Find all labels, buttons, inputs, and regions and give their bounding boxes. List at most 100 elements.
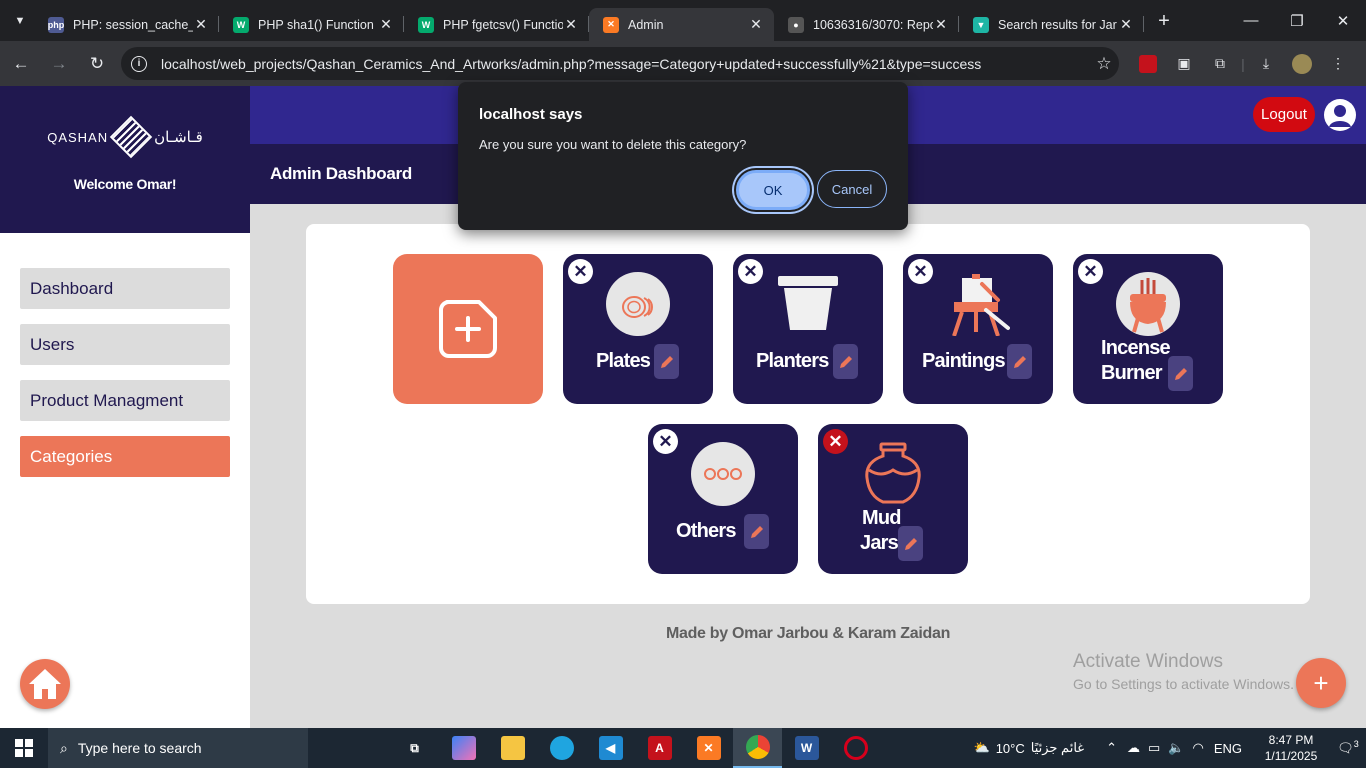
browser-tab[interactable]: ▼ Search results for Jar ✕ [959,8,1144,41]
restore-icon[interactable]: ❐ [1274,0,1320,41]
category-name: Plates [596,350,651,372]
tab-search-icon[interactable]: ▼ [6,7,34,35]
vscode-icon[interactable]: ◀ [586,728,635,768]
close-icon[interactable]: ✕ [1118,16,1134,33]
php-icon: php [48,16,64,33]
task-view-icon[interactable]: ⧉ [390,728,439,768]
forward-icon[interactable]: → [42,47,76,81]
clock[interactable]: 8:47 PM 1/11/2025 [1252,732,1330,764]
windows-logo-icon [15,739,33,757]
browser-tab-active[interactable]: ✕ Admin ✕ [589,8,774,41]
delete-category-button[interactable]: ✕ [1078,259,1103,284]
word-icon[interactable]: W [782,728,831,768]
delete-category-button[interactable]: ✕ [568,259,593,284]
category-name-line1: Incense [1101,337,1171,359]
new-tab-button[interactable]: + [1150,8,1178,36]
cancel-button[interactable]: Cancel [817,170,887,208]
browser-tab[interactable]: ● 10636316/3070: Repo ✕ [774,8,959,41]
sidebar-item-categories[interactable]: Categories [20,436,230,477]
copilot-icon[interactable] [439,728,488,768]
profile-icon[interactable] [1284,49,1320,79]
close-window-icon[interactable]: ✕ [1320,0,1366,41]
edit-category-button[interactable] [1168,356,1193,391]
close-icon[interactable]: ✕ [933,16,949,33]
edge-icon[interactable] [537,728,586,768]
windows-taskbar: ⌕ Type here to search ⧉ ◀ A ✕ W ⛅ 10°C غ… [0,728,1366,768]
add-file-icon [439,300,497,358]
bookmark-star-icon[interactable]: ☆ [1089,54,1119,74]
browser-tab[interactable]: W PHP sha1() Function ✕ [219,8,404,41]
xampp-taskbar-icon[interactable]: ✕ [684,728,733,768]
file-explorer-icon[interactable] [488,728,537,768]
add-category-card[interactable] [393,254,543,404]
opera-icon[interactable] [831,728,880,768]
notification-icon[interactable]: 🗨3 [1330,739,1366,756]
tab-title: Admin [628,17,664,32]
edit-category-button[interactable] [898,526,923,561]
address-bar[interactable]: i localhost/web_projects/Qashan_Ceramics… [121,47,1119,80]
chrome-icon[interactable] [733,728,782,768]
edit-category-button[interactable] [833,344,858,379]
logo-mark-icon [109,115,153,159]
close-icon[interactable]: ✕ [378,16,394,33]
sidebar-item-product-management[interactable]: Product Managment [20,380,230,421]
dialog-title: localhost says [479,106,583,123]
sidebar-item-dashboard[interactable]: Dashboard [20,268,230,309]
weather-text[interactable]: غائم جزئيًا [1031,740,1084,756]
browser-tab[interactable]: php PHP: session_cache_e ✕ [34,8,219,41]
user-avatar-icon[interactable] [1324,99,1356,131]
volume-icon[interactable]: 🔈 [1168,740,1184,756]
ok-button[interactable]: OK [736,170,810,210]
delete-category-button[interactable]: ✕ [823,429,848,454]
back-icon[interactable]: ← [4,47,38,81]
language-indicator[interactable]: ENG [1214,741,1242,756]
xampp-icon: ✕ [603,16,619,33]
minimize-icon[interactable]: — [1228,0,1274,41]
welcome-text: Welcome Omar! [73,176,177,192]
extensions-puzzle-icon[interactable]: ⧉ [1202,49,1238,79]
delete-category-button[interactable]: ✕ [738,259,763,284]
weather-icon[interactable]: ⛅ [974,740,990,756]
chevron-up-icon[interactable]: ⌃ [1106,740,1117,756]
download-icon[interactable]: ⤓ [1248,49,1284,79]
close-icon[interactable]: ✕ [563,16,579,33]
media-icon[interactable]: ▣ [1166,49,1202,79]
pdf-extension-icon[interactable] [1130,49,1166,79]
dialog-message: Are you sure you want to delete this cat… [479,137,747,152]
tab-title: Search results for Jar [998,17,1117,32]
tab-title: PHP fgetcsv() Functio [443,17,563,32]
close-icon[interactable]: ✕ [748,16,764,33]
home-button[interactable] [20,659,70,709]
category-card: ✕ Plates [563,254,713,404]
category-name-line2: Burner [1101,362,1163,384]
edit-category-button[interactable] [1007,344,1032,379]
battery-icon[interactable]: ▭ [1148,740,1160,756]
w3schools-icon: W [418,16,434,33]
vercel-icon: ▼ [973,16,989,33]
taskbar-search[interactable]: ⌕ Type here to search [48,728,308,768]
logout-button[interactable]: Logout [1253,97,1315,132]
edit-category-button[interactable] [744,514,769,549]
delete-category-button[interactable]: ✕ [653,429,678,454]
reload-icon[interactable]: ↻ [80,47,114,81]
acrobat-icon[interactable]: A [635,728,684,768]
sidebar-item-users[interactable]: Users [20,324,230,365]
chrome-menu-icon[interactable]: ⋮ [1320,49,1356,79]
close-icon[interactable]: ✕ [193,16,209,33]
clock-date: 1/11/2025 [1264,749,1318,763]
logo: QASHAN قـاشـان [0,115,250,159]
edit-category-button[interactable] [654,344,679,379]
browser-tab[interactable]: W PHP fgetcsv() Functio ✕ [404,8,589,41]
floating-add-button[interactable]: + [1296,658,1346,708]
separator: | [1241,55,1245,72]
network-icon[interactable]: ◠ [1192,740,1203,756]
onedrive-icon[interactable]: ☁ [1127,740,1140,756]
start-button[interactable] [0,728,48,768]
w3schools-icon: W [233,16,249,33]
dots-icon [691,442,755,506]
delete-category-button[interactable]: ✕ [908,259,933,284]
site-info-icon[interactable]: i [131,55,147,72]
weather-temp[interactable]: 10°C [996,741,1025,756]
category-card: ✕ Planters [733,254,883,404]
footer-credits: Made by Omar Jarbou & Karam Zaidan [665,625,951,642]
